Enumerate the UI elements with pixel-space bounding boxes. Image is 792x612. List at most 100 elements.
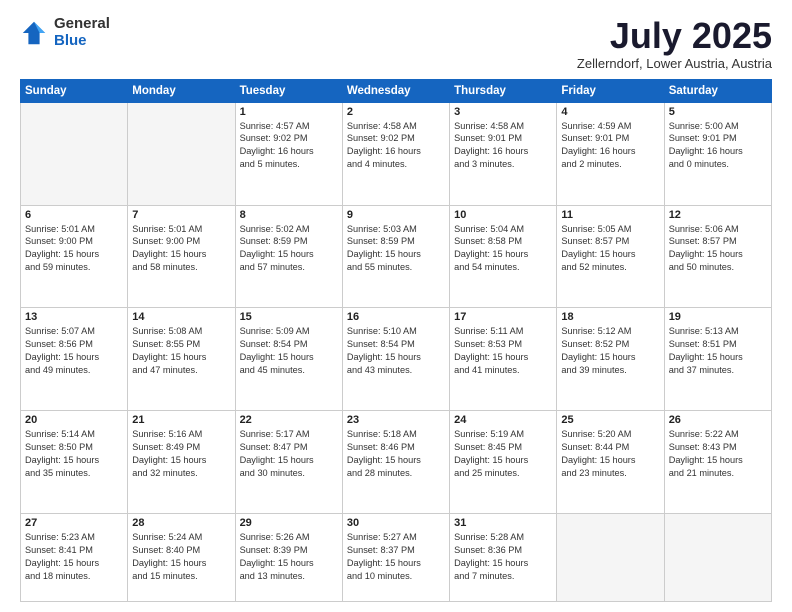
column-header-monday: Monday [128, 79, 235, 102]
day-info: Sunrise: 5:03 AM Sunset: 8:59 PM Dayligh… [347, 223, 445, 275]
day-number: 6 [25, 209, 123, 221]
calendar-cell: 19Sunrise: 5:13 AM Sunset: 8:51 PM Dayli… [664, 308, 771, 411]
day-info: Sunrise: 5:22 AM Sunset: 8:43 PM Dayligh… [669, 428, 767, 480]
calendar-cell: 17 Sunrise: 5:11 AM Sunset: 8:53 PM Dayli… [450, 308, 557, 411]
day-number: 24 [454, 414, 552, 426]
calendar-cell: 29 Sunrise: 5:26 AM Sunset: 8:39 PM Dayli… [235, 514, 342, 602]
day-info: Sunrise: 5:28 AM Sunset: 8:36 PM Dayligh… [454, 531, 552, 583]
day-number: 10 [454, 209, 552, 221]
day-info: Sunrise: 5:05 AM Sunset: 8:57 PM Dayligh… [561, 223, 659, 275]
calendar-cell: 12 Sunrise: 5:06 AM Sunset: 8:57 PM Dayli… [664, 205, 771, 308]
day-info: Sunrise: 5:27 AM Sunset: 8:37 PM Dayligh… [347, 531, 445, 583]
calendar-cell: 10 Sunrise: 5:04 AM Sunset: 8:58 PM Dayli… [450, 205, 557, 308]
day-info: Sunrise: 5:11 AM Sunset: 8:53 PM Dayligh… [454, 325, 552, 377]
day-info: Sunrise: 5:20 AM Sunset: 8:44 PM Dayligh… [561, 428, 659, 480]
day-info: Sunrise: 5:13 AM Sunset: 8:51 PM Dayligh… [669, 325, 767, 377]
day-info: Sunrise: 5:26 AM Sunset: 8:39 PM Dayligh… [240, 531, 338, 583]
week-row-5: 27 Sunrise: 5:23 AM Sunset: 8:41 PM Dayli… [21, 514, 772, 602]
day-number: 11 [561, 209, 659, 221]
day-number: 27 [25, 517, 123, 529]
page: General Blue July 2025 Zellerndorf, Lowe… [0, 0, 792, 612]
column-header-tuesday: Tuesday [235, 79, 342, 102]
day-number: 18 [561, 311, 659, 323]
calendar-cell: 16Sunrise: 5:10 AM Sunset: 8:54 PM Dayli… [342, 308, 449, 411]
calendar-cell: 5Sunrise: 5:00 AM Sunset: 9:01 PM Daylig… [664, 102, 771, 205]
day-number: 1 [240, 106, 338, 118]
calendar-cell [128, 102, 235, 205]
day-info: Sunrise: 5:07 AM Sunset: 8:56 PM Dayligh… [25, 325, 123, 377]
day-info: Sunrise: 5:12 AM Sunset: 8:52 PM Dayligh… [561, 325, 659, 377]
day-info: Sunrise: 5:18 AM Sunset: 8:46 PM Dayligh… [347, 428, 445, 480]
calendar-cell: 25 Sunrise: 5:20 AM Sunset: 8:44 PM Dayli… [557, 411, 664, 514]
day-info: Sunrise: 5:14 AM Sunset: 8:50 PM Dayligh… [25, 428, 123, 480]
calendar-cell: 27 Sunrise: 5:23 AM Sunset: 8:41 PM Dayli… [21, 514, 128, 602]
calendar-cell: 8Sunrise: 5:02 AM Sunset: 8:59 PM Daylig… [235, 205, 342, 308]
calendar-cell: 2 Sunrise: 4:58 AM Sunset: 9:02 PM Daylig… [342, 102, 449, 205]
calendar-cell: 6 Sunrise: 5:01 AM Sunset: 9:00 PM Daylig… [21, 205, 128, 308]
calendar-cell: 11 Sunrise: 5:05 AM Sunset: 8:57 PM Dayli… [557, 205, 664, 308]
calendar-cell: 30 Sunrise: 5:27 AM Sunset: 8:37 PM Dayli… [342, 514, 449, 602]
day-info: Sunrise: 5:19 AM Sunset: 8:45 PM Dayligh… [454, 428, 552, 480]
day-number: 26 [669, 414, 767, 426]
column-header-friday: Friday [557, 79, 664, 102]
calendar-cell: 21Sunrise: 5:16 AM Sunset: 8:49 PM Dayli… [128, 411, 235, 514]
day-info: Sunrise: 5:06 AM Sunset: 8:57 PM Dayligh… [669, 223, 767, 275]
day-info: Sunrise: 5:09 AM Sunset: 8:54 PM Dayligh… [240, 325, 338, 377]
day-info: Sunrise: 5:23 AM Sunset: 8:41 PM Dayligh… [25, 531, 123, 583]
week-row-2: 6 Sunrise: 5:01 AM Sunset: 9:00 PM Daylig… [21, 205, 772, 308]
calendar-cell: 3Sunrise: 4:58 AM Sunset: 9:01 PM Daylig… [450, 102, 557, 205]
day-info: Sunrise: 5:02 AM Sunset: 8:59 PM Dayligh… [240, 223, 338, 275]
calendar-cell: 1 Sunrise: 4:57 AM Sunset: 9:02 PM Daylig… [235, 102, 342, 205]
week-row-3: 13 Sunrise: 5:07 AM Sunset: 8:56 PM Dayli… [21, 308, 772, 411]
day-info: Sunrise: 4:59 AM Sunset: 9:01 PM Dayligh… [561, 120, 659, 172]
header: General Blue July 2025 Zellerndorf, Lowe… [20, 16, 772, 71]
day-number: 31 [454, 517, 552, 529]
column-header-thursday: Thursday [450, 79, 557, 102]
day-number: 2 [347, 106, 445, 118]
calendar-cell: 20 Sunrise: 5:14 AM Sunset: 8:50 PM Dayli… [21, 411, 128, 514]
logo: General Blue [20, 16, 110, 49]
day-number: 13 [25, 311, 123, 323]
calendar-cell: 22Sunrise: 5:17 AM Sunset: 8:47 PM Dayli… [235, 411, 342, 514]
day-number: 20 [25, 414, 123, 426]
calendar-cell: 18 Sunrise: 5:12 AM Sunset: 8:52 PM Dayli… [557, 308, 664, 411]
header-row: SundayMondayTuesdayWednesdayThursdayFrid… [21, 79, 772, 102]
calendar-cell [21, 102, 128, 205]
day-number: 29 [240, 517, 338, 529]
column-header-sunday: Sunday [21, 79, 128, 102]
day-info: Sunrise: 4:57 AM Sunset: 9:02 PM Dayligh… [240, 120, 338, 172]
day-info: Sunrise: 4:58 AM Sunset: 9:01 PM Dayligh… [454, 120, 552, 172]
column-header-wednesday: Wednesday [342, 79, 449, 102]
month-title: July 2025 [577, 16, 772, 56]
day-info: Sunrise: 5:01 AM Sunset: 9:00 PM Dayligh… [132, 223, 230, 275]
calendar-cell: 28Sunrise: 5:24 AM Sunset: 8:40 PM Dayli… [128, 514, 235, 602]
title-block: July 2025 Zellerndorf, Lower Austria, Au… [577, 16, 772, 71]
day-number: 23 [347, 414, 445, 426]
calendar-cell: 13 Sunrise: 5:07 AM Sunset: 8:56 PM Dayli… [21, 308, 128, 411]
logo-text: General Blue [54, 16, 110, 49]
day-info: Sunrise: 5:04 AM Sunset: 8:58 PM Dayligh… [454, 223, 552, 275]
day-number: 25 [561, 414, 659, 426]
day-number: 12 [669, 209, 767, 221]
column-header-saturday: Saturday [664, 79, 771, 102]
day-info: Sunrise: 5:10 AM Sunset: 8:54 PM Dayligh… [347, 325, 445, 377]
day-number: 7 [132, 209, 230, 221]
day-number: 14 [132, 311, 230, 323]
day-number: 4 [561, 106, 659, 118]
calendar-cell: 4 Sunrise: 4:59 AM Sunset: 9:01 PM Daylig… [557, 102, 664, 205]
day-info: Sunrise: 4:58 AM Sunset: 9:02 PM Dayligh… [347, 120, 445, 172]
day-number: 30 [347, 517, 445, 529]
day-info: Sunrise: 5:01 AM Sunset: 9:00 PM Dayligh… [25, 223, 123, 275]
logo-icon [20, 19, 48, 47]
calendar-cell: 15 Sunrise: 5:09 AM Sunset: 8:54 PM Dayli… [235, 308, 342, 411]
week-row-1: 1 Sunrise: 4:57 AM Sunset: 9:02 PM Daylig… [21, 102, 772, 205]
calendar-cell: 14Sunrise: 5:08 AM Sunset: 8:55 PM Dayli… [128, 308, 235, 411]
calendar-cell: 26 Sunrise: 5:22 AM Sunset: 8:43 PM Dayli… [664, 411, 771, 514]
day-info: Sunrise: 5:24 AM Sunset: 8:40 PM Dayligh… [132, 531, 230, 583]
calendar-cell: 24 Sunrise: 5:19 AM Sunset: 8:45 PM Dayli… [450, 411, 557, 514]
day-number: 9 [347, 209, 445, 221]
day-number: 15 [240, 311, 338, 323]
day-number: 17 [454, 311, 552, 323]
calendar-cell: 31 Sunrise: 5:28 AM Sunset: 8:36 PM Dayli… [450, 514, 557, 602]
calendar-cell: 23 Sunrise: 5:18 AM Sunset: 8:46 PM Dayli… [342, 411, 449, 514]
